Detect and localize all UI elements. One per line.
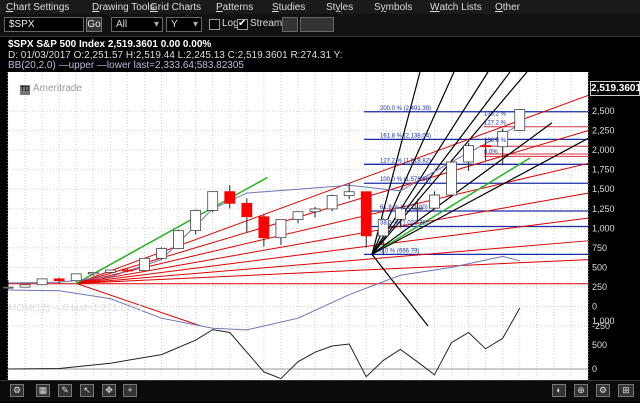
menu-item-watch-lists[interactable]: Watch Lists [430,2,482,13]
candle-up [463,145,474,163]
y-tick-label: 2,250 [592,126,615,136]
candle-up [173,230,184,249]
checkmark-icon: ✔ [238,18,247,29]
fit-icon[interactable]: ⊞ [618,384,634,397]
y-tick-label: 750 [592,243,607,253]
dark-button[interactable] [300,17,334,32]
fib-label: 200.0 % (2,491.39) [380,106,431,112]
fib-label: 38.2 % (1,022.78) [380,221,428,227]
mom-legend: MOM(12) —0 last=1,271.0701 [8,303,143,314]
menu-item-studies[interactable]: Studies [272,2,305,13]
menu-item-drawing-tools[interactable]: Drawing Tools [92,2,155,13]
candle-up [87,271,99,275]
price-chart[interactable]: 200.0 % (2,491.39) 161.8 % (2,138.04) 127.… [0,36,640,400]
candle-up [275,219,287,239]
fib-label: 0.0 % (666.79) [380,248,419,254]
menu-item-styles[interactable]: St y les [326,2,353,13]
candle-up [446,161,457,196]
fib-label: 161.8 % (2,138.04) [380,133,431,139]
candle-up [326,195,338,210]
mom-tick-label: 500 [592,340,607,350]
zoom-in-icon[interactable]: + [123,384,137,397]
fib-label: 100.0 % (1,576.88) [380,177,431,183]
y-tick-label: 1,500 [592,184,615,194]
candle-up [292,211,304,220]
menu-bar: Chart Settings Drawing Tools Grid Charts Pa… [0,0,640,15]
y-tick-label: 1,250 [592,204,615,214]
grid-icon[interactable]: ▦ [36,384,50,397]
td-logo-icon: TD [20,85,30,95]
y-tick-label: 500 [592,262,607,272]
y-tick-label: 2,000 [592,145,615,155]
candle-down [360,191,372,237]
candle-down [258,216,270,239]
candle-up [70,273,82,282]
candle-up [309,208,321,213]
interval-select[interactable]: Y ▾ [166,17,202,32]
menu-item-symbols[interactable]: Sy mbols [374,2,412,13]
fib-label: 100.0 % [484,138,507,144]
last-price-tag: 2,519.3601 [590,81,640,96]
candle-up [429,194,440,209]
zoom-out-icon[interactable]: ◐ [552,384,566,397]
zoom-icon[interactable]: ⊕ [574,384,588,397]
watermark-text: Ameritrade [33,83,82,94]
settings-small-icon[interactable]: ⚙ [596,384,610,397]
candle-up [36,278,48,286]
candle-down [224,191,236,204]
period-select-value: All [116,19,128,30]
cursor-icon[interactable]: ↖ [80,384,94,397]
candle-up [156,248,167,259]
candle-up [2,286,14,289]
candle-down [480,145,492,148]
candle-up [104,269,116,273]
stream-label: Stream [250,18,283,29]
chevron-down-icon: ▾ [153,19,159,30]
menu-item-patterns[interactable]: Patterns [216,2,253,13]
gear-icon[interactable]: ⚙ [10,384,24,397]
period-select[interactable]: All ▾ [111,17,163,32]
menu-item-other[interactable]: Other [495,2,520,13]
candle-down [53,278,65,282]
drawing-icon[interactable]: ✎ [58,384,72,397]
y-tick-label: 250 [592,282,607,292]
candle-up [207,191,219,211]
screenshot-button[interactable] [282,17,298,32]
go-button[interactable]: Go [86,17,102,32]
y-tick-label: 2,500 [592,106,615,116]
y-tick-label: 1,000 [592,223,615,233]
bb-legend: BB(20,2.0) —upper —lower last=2,333.64;5… [8,60,244,71]
chart-area[interactable]: 200.0 % (2,491.39) 161.8 % (2,138.04) 127.… [0,36,640,400]
bottom-toolbar: ⚙ ▦ ✎ ↖ ✥ + ◐ ⊕ ⚙ ⊞ [0,380,640,401]
mom-tick-label: 1,000 [592,316,615,326]
candle-up [343,191,355,197]
watermark-logo: TD Ameritrade [20,83,82,95]
interval-select-value: Y [171,19,178,30]
fib-label: 127.2 % [484,121,507,127]
candle-up [190,210,202,232]
stream-checkbox[interactable]: ✔ [237,18,248,30]
fib-label: 0.0% [484,150,498,156]
fib-label: 138.2 % [484,111,507,117]
fib-label: 61.8 % (1,221.00) [380,205,428,211]
y-tick-label: 1,750 [592,165,615,175]
chart-title: $SPX S&P 500 Index 2,519.3601 0.00 0.00% [8,39,212,50]
log-checkbox[interactable] [209,19,220,30]
candle-up [19,284,31,288]
menu-item-grid-charts[interactable]: Grid Charts [150,2,201,13]
chevron-down-icon: ▾ [192,19,198,30]
candle-up [139,257,150,271]
fib-label: 127.2 % (1,818.82) [380,158,431,164]
toolbar: $SPX Go All ▾ Y ▾ Log ✔ Stream [0,14,640,37]
menu-item-chart-settings[interactable]: Chart Settings [6,2,69,13]
y-tick-label: 0 [592,301,597,311]
candle-down [241,202,253,218]
candle-up [514,109,526,131]
candle-down [122,269,133,272]
mom-tick-label: 0 [592,364,597,374]
symbol-input[interactable]: $SPX [4,17,84,32]
pan-icon[interactable]: ✥ [102,384,116,397]
